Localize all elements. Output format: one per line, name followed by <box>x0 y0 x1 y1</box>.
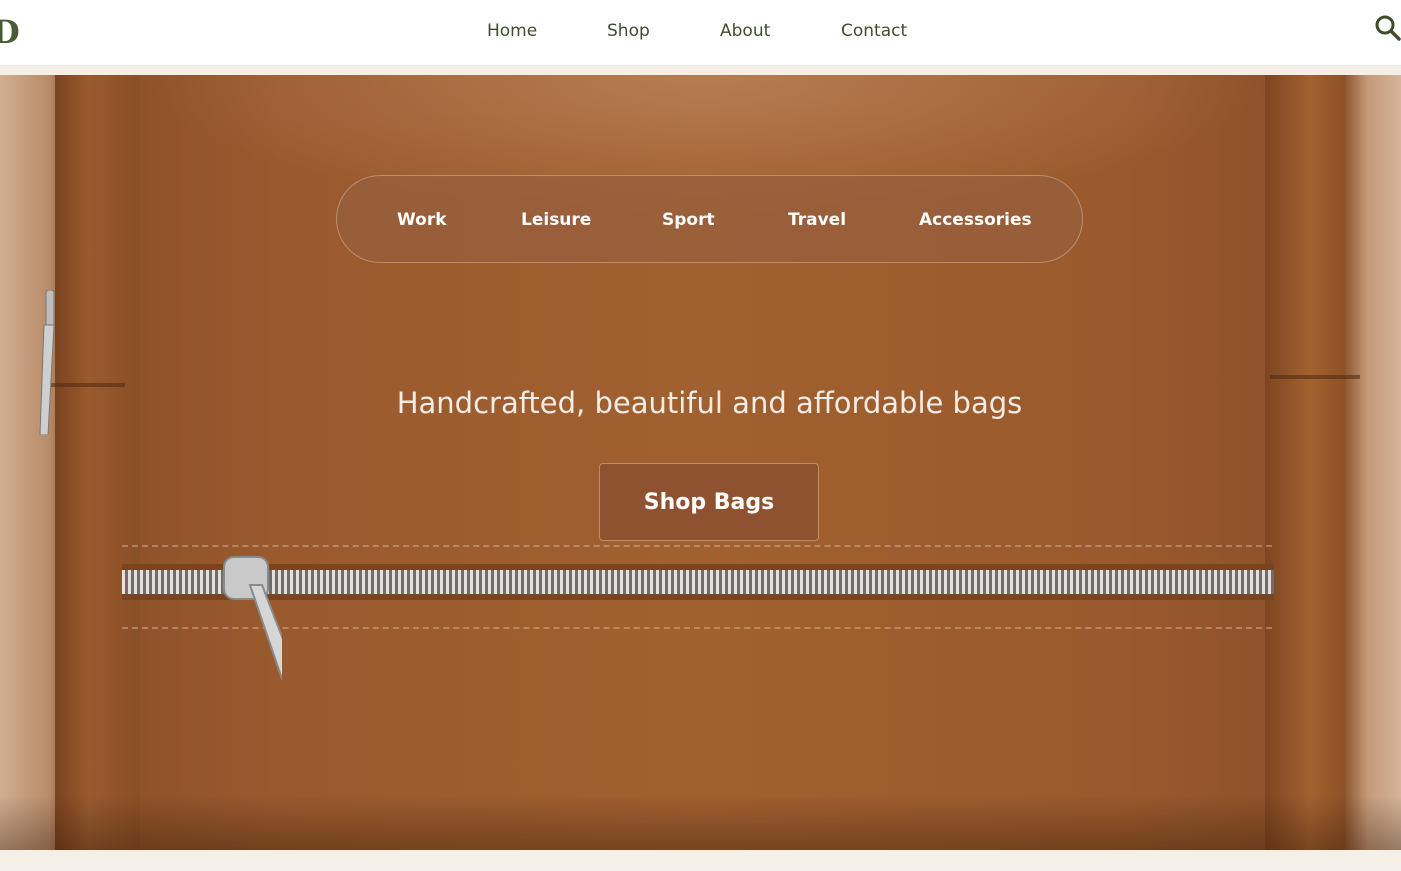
hero-bg-strap-left <box>55 75 140 850</box>
category-accessories[interactable]: Accessories <box>919 209 1032 231</box>
category-travel[interactable]: Travel <box>788 209 846 231</box>
hero-bottom-shadow <box>0 795 1401 850</box>
search-icon[interactable] <box>1374 14 1401 42</box>
stitch-line-bottom <box>122 627 1272 629</box>
main-nav: Home Shop About Contact <box>487 19 907 43</box>
hero-banner: Work Leisure Sport Travel Accessories Ha… <box>0 75 1401 850</box>
nav-shop-link[interactable]: Shop <box>607 19 720 43</box>
category-work[interactable]: Work <box>397 209 447 231</box>
zipper-pull-icon <box>223 556 282 681</box>
category-sport[interactable]: Sport <box>662 209 715 231</box>
stitch-line-top <box>122 545 1272 547</box>
category-leisure[interactable]: Leisure <box>521 209 591 231</box>
category-bar: Work Leisure Sport Travel Accessories <box>336 175 1083 263</box>
hero-bg-right <box>1345 75 1401 850</box>
zipper-decoration <box>122 564 1274 600</box>
nav-contact-link[interactable]: Contact <box>841 19 907 43</box>
site-logo[interactable]: D <box>0 14 20 50</box>
hero-tagline: Handcrafted, beautiful and affordable ba… <box>396 386 1023 420</box>
hero-bg-strap-right <box>1265 75 1355 850</box>
site-header: D Home Shop About Contact <box>0 0 1401 66</box>
page-bottom-band <box>0 850 1401 871</box>
nav-about-link[interactable]: About <box>720 19 841 43</box>
seam-right <box>1270 375 1360 379</box>
nav-home-link[interactable]: Home <box>487 19 607 43</box>
shop-bags-button[interactable]: Shop Bags <box>599 463 819 541</box>
